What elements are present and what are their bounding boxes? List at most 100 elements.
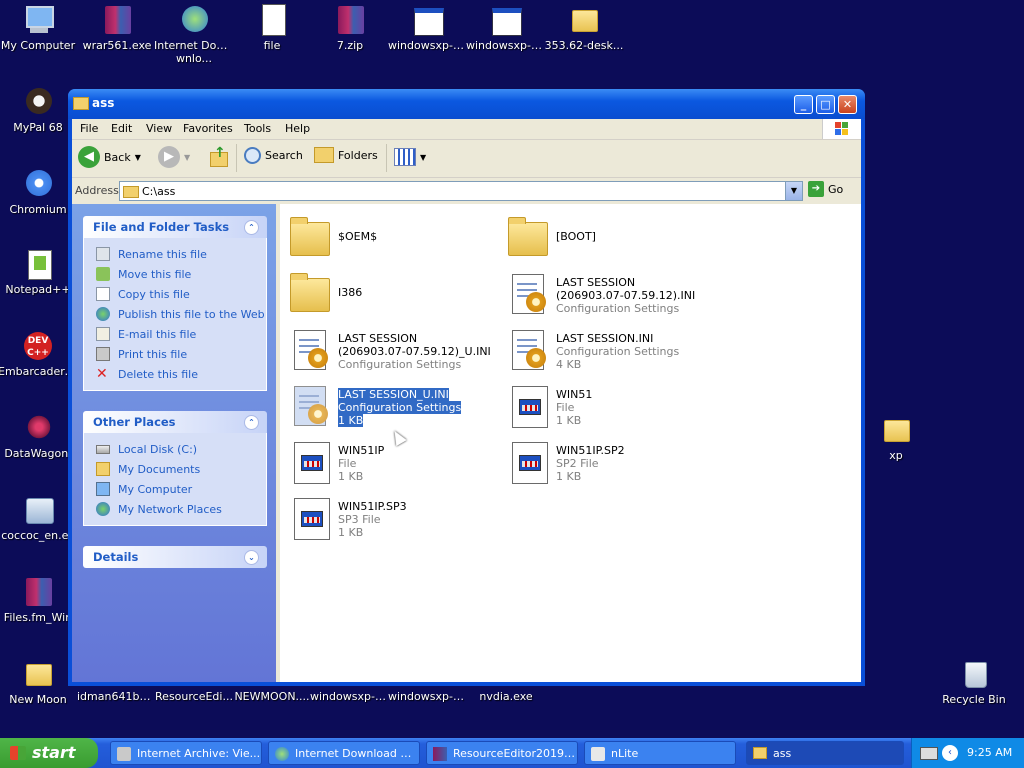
go-button[interactable]: ➔ Go: [808, 181, 843, 197]
menu-edit[interactable]: Edit: [111, 122, 132, 135]
menu-help[interactable]: Help: [285, 122, 310, 135]
desktop-icon-7zip[interactable]: 7.zip: [310, 4, 390, 52]
desktop-icon-devcpp[interactable]: DEVC++ Embarcadero Dev-C++: [0, 330, 78, 378]
desktop-icon-new-moon[interactable]: New Moon: [0, 658, 78, 706]
file-item-last-session-u-ini-long[interactable]: LAST SESSION (206903.07-07.59.12)_U.INI Co…: [286, 326, 496, 378]
folder-icon: [290, 272, 332, 314]
move-file-link[interactable]: Move this file: [84, 264, 266, 284]
email-file-link[interactable]: E-mail this file: [84, 324, 266, 344]
print-file-link[interactable]: Print this file: [84, 344, 266, 364]
title-bar[interactable]: ass _ □ ✕: [68, 89, 865, 119]
keyboard-icon[interactable]: [920, 747, 938, 760]
desktop-icon-windowsxp-1[interactable]: windowsxp-k...: [388, 4, 468, 52]
address-input[interactable]: C:\ass ▼: [119, 181, 803, 201]
taskbar-button-ass[interactable]: ass: [746, 741, 904, 765]
desktop-icon-nvdia[interactable]: nvdia.exe: [466, 690, 546, 703]
desktop-icon-mypal[interactable]: MyPal 68: [0, 86, 78, 134]
local-disk-link[interactable]: Local Disk (C:): [84, 439, 266, 459]
copy-file-link[interactable]: Copy this file: [84, 284, 266, 304]
desktop-icon-notepadpp[interactable]: Notepad++: [0, 248, 78, 296]
file-item-win51ip-sp3[interactable]: WIN51IP.SP3 SP3 File 1 KB: [286, 494, 496, 546]
file-folder-tasks-header[interactable]: File and Folder Tasks ⌃: [83, 216, 267, 238]
desktop-icon-filesfm[interactable]: Files.fm_Win: [0, 576, 78, 624]
file-item-last-session-u-ini[interactable]: LAST SESSION_U.INI Configuration Settings…: [286, 382, 496, 434]
file-item-last-session-ini[interactable]: LAST SESSION.INI Configuration Settings 4 …: [504, 326, 714, 378]
other-places-header[interactable]: Other Places ⌃: [83, 411, 267, 433]
minimize-button[interactable]: _: [794, 95, 813, 114]
close-button[interactable]: ✕: [838, 95, 857, 114]
maximize-button[interactable]: □: [816, 95, 835, 114]
file-item-i386[interactable]: I386: [286, 270, 496, 322]
folder-icon: [73, 97, 89, 110]
desktop-icon-file[interactable]: file: [232, 4, 312, 52]
taskbar-button-nlite[interactable]: nLite: [584, 741, 736, 765]
file-list: $OEM$ I386 LAST SESSION (206903.07-07.59.…: [280, 204, 861, 682]
desktop-icon-windowsxp-3[interactable]: windowsxp-k...: [310, 690, 390, 703]
toolbar: ◀ Back ▼ ▶ ▼ ↑ Search Folders ▼: [72, 140, 861, 178]
desktop-icon-windowsxp-4[interactable]: windowsxp-k...: [388, 690, 468, 703]
config-settings-icon: [290, 384, 332, 426]
details-header[interactable]: Details ⌄: [83, 546, 267, 568]
desktop-icon-newmoon-exe[interactable]: NEWMOON....: [232, 690, 312, 703]
desktop-icon-chromium[interactable]: Chromium: [0, 168, 78, 216]
desktop-icon-resourceeditor[interactable]: ResourceEdi...: [154, 690, 234, 703]
views-button[interactable]: ▼: [394, 148, 426, 166]
folder-icon: [508, 216, 550, 258]
menu-favorites[interactable]: Favorites: [183, 122, 233, 135]
menu-tools[interactable]: Tools: [244, 122, 271, 135]
file-item-last-session-ini-long[interactable]: LAST SESSION (206903.07-07.59.12).INI Conf…: [504, 270, 714, 322]
windows-flag-icon: [10, 746, 26, 760]
winrar-icon: [22, 576, 54, 608]
views-icon: [394, 148, 416, 166]
search-button[interactable]: Search: [244, 147, 303, 164]
my-computer-link[interactable]: My Computer: [84, 479, 266, 499]
desktop-icon-35362-desk[interactable]: 353.62-desk...: [544, 4, 624, 52]
up-folder-button[interactable]: ↑: [208, 146, 228, 167]
desktop-icon-recycle-bin[interactable]: Recycle Bin: [934, 658, 1014, 706]
desktop-icon-internet-download-manager[interactable]: Internet Downlo... wnlo...: [154, 4, 234, 65]
forward-button[interactable]: ▶ ▼: [158, 146, 190, 168]
chevron-down-icon: ▼: [420, 152, 427, 162]
start-button[interactable]: start: [0, 738, 98, 768]
file-item-win51[interactable]: WIN51 File 1 KB: [504, 382, 714, 434]
desktop-icon-coccoc[interactable]: coccoc_en.ex: [0, 494, 78, 542]
back-arrow-icon: ◀: [78, 146, 100, 168]
file-item-oem[interactable]: $OEM$: [286, 214, 496, 266]
folders-button[interactable]: Folders: [314, 147, 378, 163]
network-icon: [96, 502, 110, 516]
idm-icon: [178, 4, 210, 36]
desktop-icon-my-computer[interactable]: My Computer: [0, 4, 78, 52]
publish-web-link[interactable]: Publish this file to the Web: [84, 304, 266, 324]
chevron-down-icon: ▼: [184, 152, 191, 162]
tray-arrow-icon[interactable]: ‹: [942, 745, 958, 761]
rename-file-link[interactable]: Rename this file: [84, 244, 266, 264]
my-network-places-link[interactable]: My Network Places: [84, 499, 266, 519]
my-documents-link[interactable]: My Documents: [84, 459, 266, 479]
file-folder-tasks-panel: File and Folder Tasks ⌃ Rename this file …: [83, 216, 267, 391]
back-button[interactable]: ◀ Back ▼: [78, 146, 141, 168]
computer-icon: [22, 4, 54, 36]
delete-x-icon: ✕: [96, 366, 108, 382]
up-arrow-icon: ↑: [208, 146, 228, 167]
file-icon: [290, 496, 332, 540]
file-icon: [508, 384, 550, 428]
clock[interactable]: 9:25 AM: [967, 746, 1012, 759]
desktop-icon-datawagon[interactable]: DataWagon.: [0, 412, 78, 460]
desktop-icon-xp[interactable]: xp: [856, 414, 936, 462]
desktop-icon-windowsxp-2[interactable]: windowsxp-k...: [466, 4, 546, 52]
taskbar-button-idm[interactable]: Internet Download M...: [268, 741, 420, 765]
delete-file-link[interactable]: ✕ Delete this file: [84, 364, 266, 384]
menu-file[interactable]: File: [80, 122, 98, 135]
menu-view[interactable]: View: [146, 122, 172, 135]
address-dropdown-button[interactable]: ▼: [785, 182, 802, 200]
file-item-win51ip-sp2[interactable]: WIN51IP.SP2 SP2 File 1 KB: [504, 438, 714, 490]
taskbar-button-internet-archive[interactable]: Internet Archive: Vie...: [110, 741, 262, 765]
taskbar-button-resourceeditor[interactable]: ResourceEditor20190...: [426, 741, 578, 765]
expand-icon: ⌄: [244, 550, 259, 565]
desktop-icon-idman[interactable]: idman641buil...: [77, 690, 157, 703]
move-icon: [96, 267, 110, 281]
windows-logo-icon: [822, 119, 861, 139]
file-item-boot[interactable]: [BOOT]: [504, 214, 714, 266]
file-item-win51ip[interactable]: WIN51IP File 1 KB: [286, 438, 496, 490]
desktop-icon-wrar561[interactable]: wrar561.exe: [77, 4, 157, 52]
